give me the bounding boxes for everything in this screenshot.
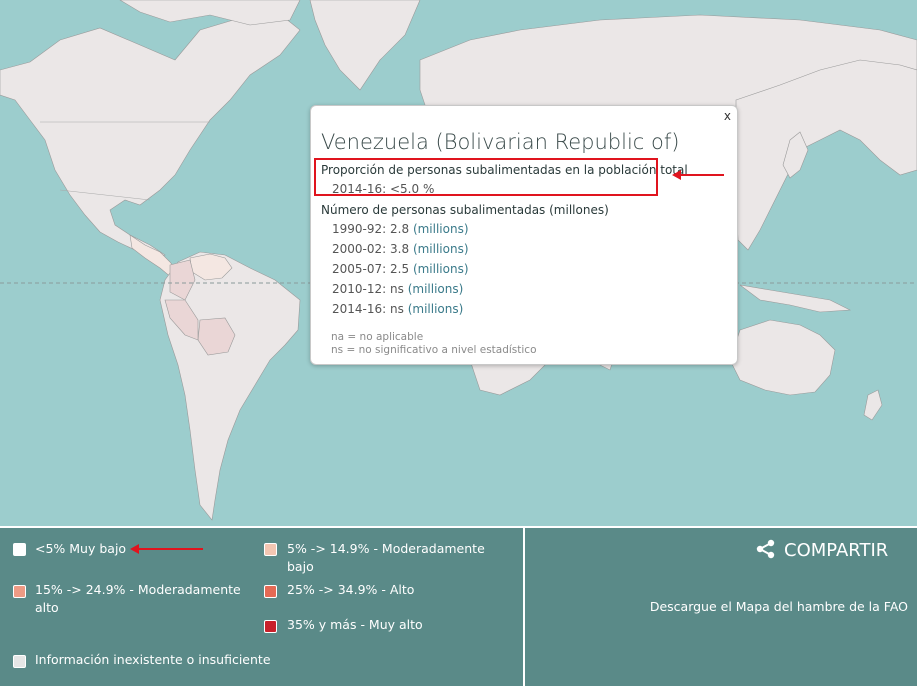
number-row: 2014-16: ns (millions): [332, 302, 463, 316]
number-row: 2000-02: 3.8 (millions): [332, 242, 469, 256]
legend-panel: <5% Muy bajo 5% -> 14.9% - Moderadamente…: [0, 526, 917, 686]
row-value: 2.5: [390, 262, 410, 276]
row-value: ns: [390, 282, 404, 296]
country-info-popup: x Venezuela (Bolivarian Republic of) Pro…: [310, 105, 738, 365]
row-unit: (millions): [412, 262, 469, 276]
legend-swatch-very-high: [264, 620, 277, 633]
note-ns: ns = no significativo a nivel estadístic…: [331, 344, 537, 356]
share-label: COMPARTIR: [784, 540, 889, 561]
row-unit: (millions): [407, 302, 464, 316]
legend-swatch-moderately-high: [13, 585, 26, 598]
row-period: 1990-92:: [332, 222, 387, 236]
legend-item-high[interactable]: 25% -> 34.9% - Alto: [287, 581, 414, 599]
legend-item-moderately-low[interactable]: 5% -> 14.9% - Moderadamente bajo: [287, 540, 487, 576]
note-na: na = no aplicable: [331, 331, 424, 343]
legend-swatch-moderately-low: [264, 543, 277, 556]
legend-swatch-very-low: [13, 543, 26, 556]
proportion-value: 2014-16: <5.0 %: [332, 182, 435, 196]
row-value: 3.8: [390, 242, 410, 256]
legend-item-no-data[interactable]: Información inexistente o insuficiente: [35, 651, 271, 669]
row-period: 2005-07:: [332, 262, 387, 276]
share-icon: [756, 539, 775, 559]
arctic-islands-shape: [119, 0, 301, 26]
legend-swatch-no-data: [13, 655, 26, 668]
row-value: 2.8: [390, 222, 410, 236]
greenland-shape: [309, 0, 421, 91]
new-zealand-shape: [863, 389, 883, 421]
row-unit: (millions): [412, 222, 469, 236]
legend-swatch-high: [264, 585, 277, 598]
legend-item-moderately-high[interactable]: 15% -> 24.9% - Moderadamente alto: [35, 581, 245, 617]
legend-item-very-low[interactable]: <5% Muy bajo: [35, 540, 126, 558]
north-america-shape[interactable]: [0, 9, 301, 259]
annotation-arrow-legend: [130, 544, 203, 554]
row-period: 2010-12:: [332, 282, 387, 296]
row-period: 2014-16:: [332, 302, 387, 316]
number-row: 2005-07: 2.5 (millions): [332, 262, 469, 276]
row-period: 2000-02:: [332, 242, 387, 256]
row-value: ns: [390, 302, 404, 316]
country-title: Venezuela (Bolivarian Republic of): [321, 130, 680, 154]
australia-shape: [729, 319, 836, 396]
proportion-heading: Proporción de personas subalimentadas en…: [321, 163, 688, 177]
number-heading: Número de personas subalimentadas (millo…: [321, 203, 609, 217]
close-button[interactable]: x: [724, 109, 731, 123]
row-unit: (millions): [412, 242, 469, 256]
number-row: 2010-12: ns (millions): [332, 282, 463, 296]
annotation-arrow-popup: [672, 170, 724, 180]
legend-item-very-high[interactable]: 35% y más - Muy alto: [287, 616, 423, 634]
share-button[interactable]: COMPARTIR: [756, 539, 888, 561]
number-row: 1990-92: 2.8 (millions): [332, 222, 469, 236]
row-unit: (millions): [407, 282, 464, 296]
download-map-link[interactable]: Descargue el Mapa del hambre de la FAO: [650, 599, 908, 614]
indonesia-shape: [739, 284, 852, 313]
legend-divider: [523, 528, 525, 686]
